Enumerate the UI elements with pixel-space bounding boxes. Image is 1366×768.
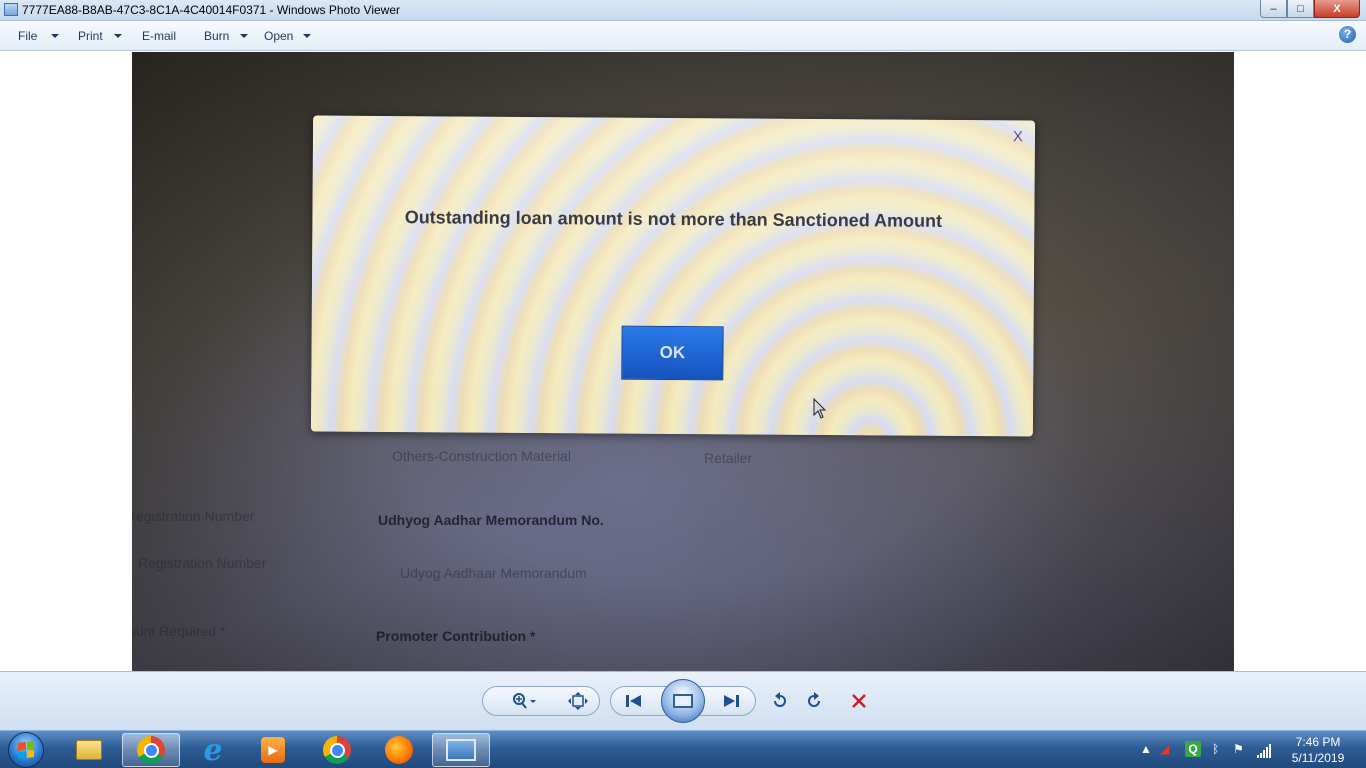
- taskbar-internet-explorer[interactable]: e: [184, 732, 242, 768]
- quick-heal-icon[interactable]: Q: [1185, 741, 1201, 757]
- maximize-button[interactable]: □: [1287, 0, 1314, 18]
- dialog-close-button: X: [1012, 128, 1024, 146]
- dialog-message: Outstanding loan amount is not more than…: [404, 207, 943, 231]
- firefox-icon: [385, 736, 413, 764]
- alert-dialog: X Outstanding loan amount is not more th…: [310, 115, 1036, 437]
- photo-viewer-area: Others-Construction Material Retailer Re…: [0, 52, 1366, 671]
- taskbar-photo-viewer[interactable]: [432, 733, 490, 767]
- photo-viewer-app-icon: [4, 3, 18, 16]
- chrome-beta-icon: [323, 736, 351, 764]
- mouse-pointer-icon: [813, 398, 827, 419]
- ok-button: OK: [621, 325, 724, 381]
- actual-size-icon[interactable]: [566, 691, 590, 711]
- network-signal-icon[interactable]: [1257, 744, 1273, 758]
- chevron-down-icon[interactable]: [114, 34, 122, 38]
- menu-bar: File Print E-mail Burn Open ?: [0, 21, 1366, 51]
- rotate-right-icon[interactable]: [802, 691, 826, 711]
- photo-text-field-value: Others-Construction Material: [392, 448, 571, 464]
- chevron-down-icon[interactable]: [51, 34, 59, 38]
- displayed-photo: Others-Construction Material Retailer Re…: [132, 52, 1234, 671]
- windows-logo-icon: [18, 741, 34, 759]
- show-hidden-icons-arrow-icon[interactable]: ▲: [1140, 742, 1152, 756]
- photo-text-label: Registration Number: [132, 508, 255, 524]
- bluetooth-icon[interactable]: ᛒ: [1212, 742, 1219, 756]
- title-bar: 7777EA88-B8AB-47C3-8C1A-4C40014F0371 - W…: [0, 0, 1366, 21]
- chevron-down-icon[interactable]: [303, 34, 311, 38]
- viewer-control-bar: [0, 671, 1366, 730]
- rotate-left-icon[interactable]: [768, 691, 792, 711]
- window-title: 7777EA88-B8AB-47C3-8C1A-4C40014F0371 - W…: [22, 3, 400, 17]
- action-center-flag-icon[interactable]: ⚑: [1233, 742, 1244, 756]
- help-icon[interactable]: ?: [1339, 26, 1356, 43]
- taskbar-firefox[interactable]: [370, 733, 428, 767]
- taskbar-explorer[interactable]: [60, 733, 118, 767]
- taskbar-chrome-beta[interactable]: [308, 733, 366, 767]
- menu-email[interactable]: E-mail: [142, 29, 176, 43]
- photo-text-label: Udhyog Aadhar Memorandum No.: [378, 512, 604, 528]
- photo-viewer-icon: [446, 739, 476, 761]
- taskbar-chrome[interactable]: [122, 733, 180, 767]
- media-player-icon: ▶: [261, 737, 285, 763]
- slideshow-icon: [673, 694, 693, 708]
- photo-text-label: Promoter Contribution *: [376, 628, 536, 644]
- antivirus-icon[interactable]: ◢: [1160, 742, 1169, 756]
- photo-text-placeholder: Udyog Aadhaar Memorandum: [400, 565, 587, 581]
- previous-icon[interactable]: [622, 691, 646, 711]
- taskbar-media-player[interactable]: ▶: [244, 733, 302, 767]
- photo-text-label: ount Required *: [132, 623, 226, 639]
- close-window-button[interactable]: X: [1314, 0, 1360, 18]
- photo-text-field-value: Retailer: [704, 450, 753, 466]
- next-icon[interactable]: [719, 691, 743, 711]
- clock-date[interactable]: 5/11/2019: [1284, 751, 1352, 765]
- menu-file[interactable]: File: [18, 29, 37, 43]
- menu-open[interactable]: Open: [264, 29, 293, 43]
- chevron-down-icon[interactable]: [240, 34, 248, 38]
- windows-taskbar: e ▶ ▲ ◢ Q ᛒ ⚑ 7:46 PM 5/11/2019: [0, 730, 1366, 768]
- menu-burn[interactable]: Burn: [204, 29, 229, 43]
- slideshow-button[interactable]: [661, 679, 705, 723]
- zoom-icon[interactable]: [508, 691, 540, 711]
- menu-print[interactable]: Print: [78, 29, 103, 43]
- delete-icon[interactable]: [847, 691, 871, 711]
- clock-time[interactable]: 7:46 PM: [1290, 735, 1346, 749]
- internet-explorer-icon: e: [203, 732, 223, 768]
- folder-icon: [76, 740, 102, 760]
- photo-text-label: Registration Number: [138, 555, 267, 571]
- window-controls: – □ X: [1260, 0, 1360, 19]
- start-button[interactable]: [8, 732, 44, 768]
- chrome-icon: [137, 736, 165, 764]
- minimize-button[interactable]: –: [1260, 0, 1287, 18]
